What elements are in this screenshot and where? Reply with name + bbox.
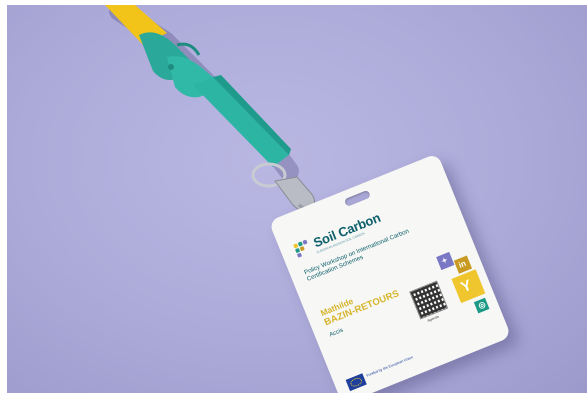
badge-slot: [343, 189, 371, 207]
eu-flag-icon: [345, 373, 367, 392]
qr-code: [409, 280, 449, 320]
attendee-organisation: Accis: [328, 327, 345, 339]
eu-funding-label: Funded by the European Union: [365, 355, 414, 378]
photo-scene: Soil Carbon EUROPEAN MISSION SOIL CARBON…: [7, 5, 587, 393]
twitter-icon: ✦: [436, 251, 455, 271]
lanyard-teal-strap: [193, 77, 289, 167]
buckle-hole: [168, 64, 174, 70]
soil-carbon-logo-icon: [292, 238, 313, 258]
soil-carbon-mark-icon: Y: [451, 269, 486, 304]
web-icon: ◎: [473, 297, 490, 314]
